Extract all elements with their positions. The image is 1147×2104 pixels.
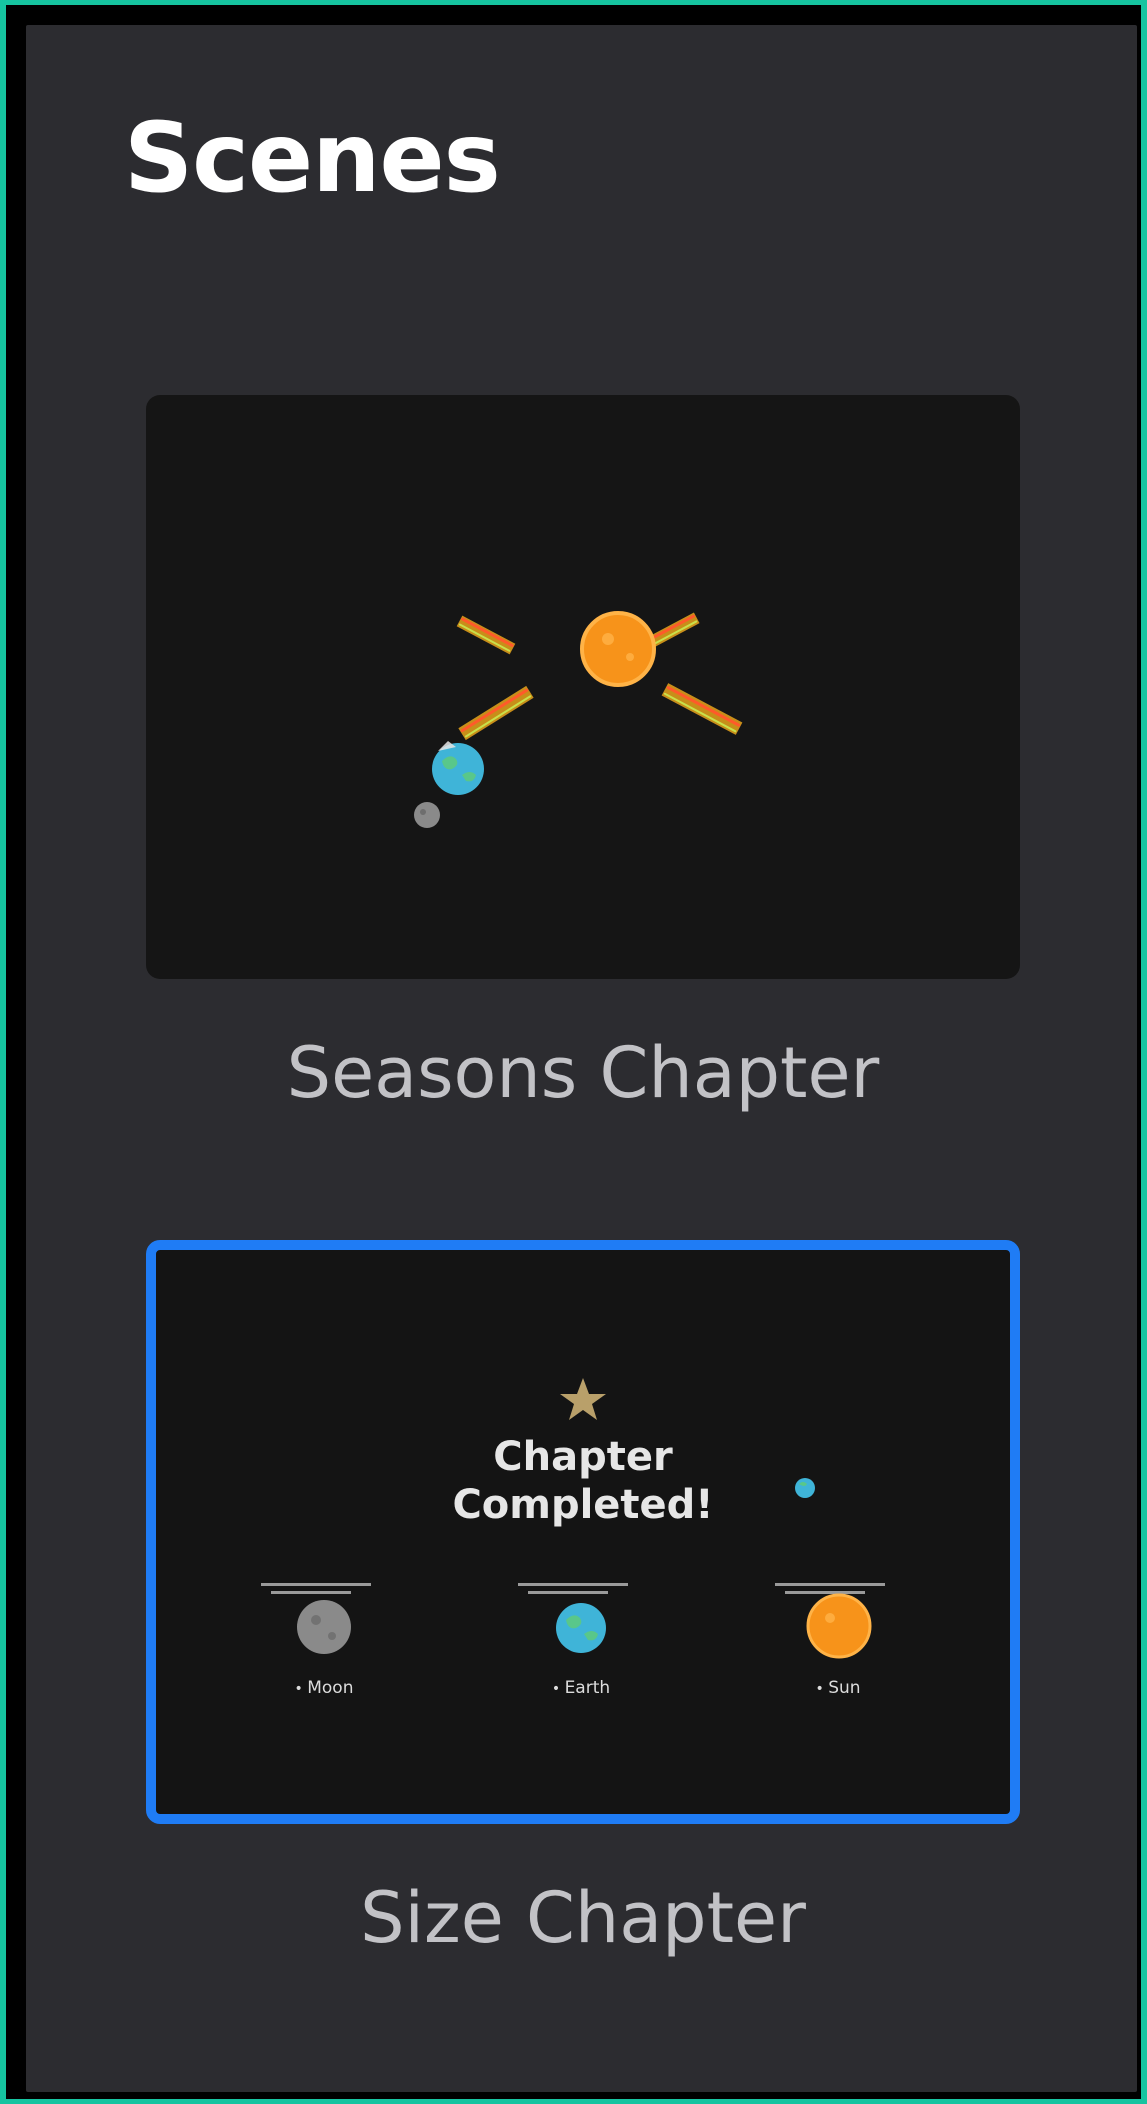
completed-heading-line1: Chapter [493, 1434, 673, 1480]
earth-icon [556, 1603, 606, 1653]
scene-item-seasons-chapter[interactable]: Seasons Chapter [146, 395, 1020, 1108]
scene-label: Size Chapter [360, 1877, 806, 1959]
seasons-illustration [414, 611, 743, 828]
star-icon [560, 1378, 606, 1420]
moon-icon [414, 802, 440, 828]
completed-heading-line2: Completed! [452, 1482, 714, 1528]
moon-icon [297, 1600, 351, 1654]
panel-title: Scenes [124, 102, 501, 214]
body-label-earth: Earth [511, 1680, 651, 1697]
body-label-moon: Moon [254, 1680, 394, 1697]
scene-thumbnail-selected[interactable]: Chapter Completed! Moon Earth Sun [146, 1240, 1020, 1824]
scene-thumbnail[interactable] [146, 395, 1020, 979]
scene-label: Seasons Chapter [286, 1032, 880, 1114]
earth-icon [432, 741, 484, 795]
size-illustration [261, 1378, 885, 1659]
sun-icon [806, 1593, 872, 1659]
body-label-sun: Sun [768, 1680, 908, 1697]
scene-item-size-chapter[interactable]: Chapter Completed! Moon Earth Sun Size C… [146, 1240, 1020, 1953]
caption-lines [261, 1583, 885, 1594]
sun-icon [580, 611, 656, 687]
